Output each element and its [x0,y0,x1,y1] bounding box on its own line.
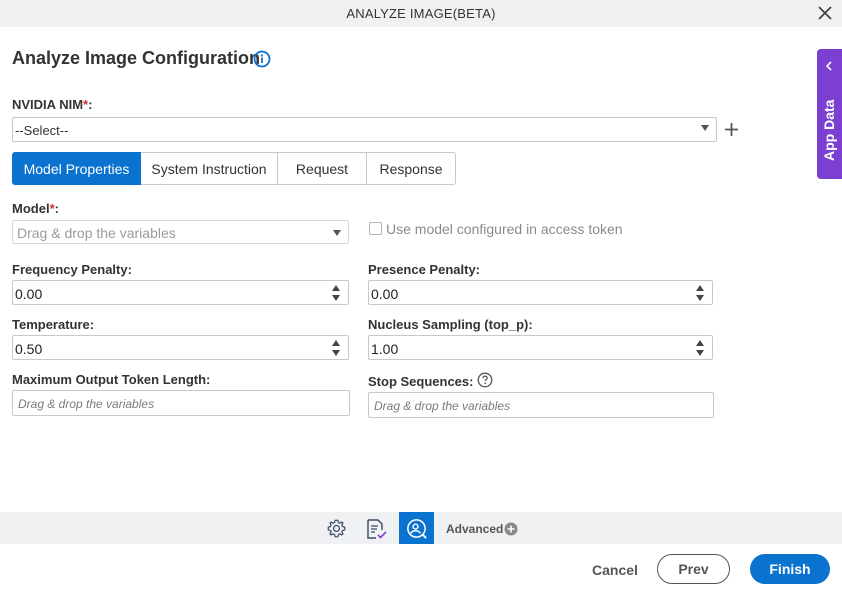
bottom-toolbar: Advanced [0,512,842,544]
temperature-value: 0.50 [15,341,43,357]
model-label: Model*: [12,201,59,216]
nucleus-sampling-value: 1.00 [371,341,399,357]
plus-circle-icon[interactable] [504,522,518,536]
presence-penalty-label: Presence Penalty: [368,262,481,277]
finish-button[interactable]: Finish [750,554,830,584]
chevron-left-icon [825,61,832,71]
plus-icon[interactable] [723,121,740,138]
stop-sequences-input[interactable]: Drag & drop the variables [368,392,714,418]
nucleus-sampling-label: Nucleus Sampling (top_p): [368,317,533,332]
nucleus-sampling-stepper[interactable]: 1.00 [368,335,713,360]
cancel-button[interactable]: Cancel [589,560,641,580]
max-output-tokens-input[interactable]: Drag & drop the variables [12,390,350,416]
spinner-arrows-icon[interactable] [696,284,704,302]
temperature-label: Temperature: [12,317,95,332]
tab-response[interactable]: Response [367,152,456,185]
stop-sequences-placeholder: Drag & drop the variables [374,399,511,413]
help-icon[interactable] [477,372,493,388]
window-title: ANALYZE IMAGE(BETA) [346,6,496,21]
image-analyze-button[interactable] [399,512,434,544]
nim-select-value: --Select-- [15,123,69,138]
use-model-token-label: Use model configured in access token [386,221,623,237]
use-model-token-checkbox[interactable] [369,222,382,235]
chevron-down-icon [333,230,341,236]
form-check-icon[interactable] [364,517,388,541]
title-bar: ANALYZE IMAGE(BETA) [0,0,842,27]
frequency-penalty-label: Frequency Penalty: [12,262,132,277]
tab-system-instruction[interactable]: System Instruction [141,152,278,185]
chevron-down-icon [701,125,709,131]
tab-model-properties[interactable]: Model Properties [12,152,141,185]
max-output-tokens-label: Maximum Output Token Length: [12,372,211,387]
spinner-arrows-icon[interactable] [332,339,340,357]
stop-sequences-label: Stop Sequences: [368,374,474,389]
model-select-placeholder: Drag & drop the variables [17,225,176,241]
presence-penalty-value: 0.00 [371,286,399,302]
presence-penalty-stepper[interactable]: 0.00 [368,280,713,305]
spinner-arrows-icon[interactable] [696,339,704,357]
page-title: Analyze Image Configuration [12,48,261,68]
image-analyze-icon [407,519,427,539]
model-select[interactable]: Drag & drop the variables [12,220,349,244]
gear-icon[interactable] [326,518,347,539]
app-data-panel-toggle[interactable]: App Data [817,49,842,179]
temperature-stepper[interactable]: 0.50 [12,335,349,360]
nim-select[interactable]: --Select-- [12,117,717,142]
frequency-penalty-value: 0.00 [15,286,43,302]
frequency-penalty-stepper[interactable]: 0.00 [12,280,349,305]
tab-request[interactable]: Request [278,152,367,185]
tab-bar: Model Properties System Instruction Requ… [12,152,456,185]
nim-label: NVIDIA NIM*: [12,97,93,112]
spinner-arrows-icon[interactable] [332,284,340,302]
max-output-tokens-placeholder: Drag & drop the variables [18,397,155,411]
info-icon[interactable] [253,50,271,68]
prev-button[interactable]: Prev [657,554,730,584]
advanced-label[interactable]: Advanced [446,522,503,536]
app-data-label: App Data [821,99,837,161]
close-icon[interactable] [815,3,835,23]
